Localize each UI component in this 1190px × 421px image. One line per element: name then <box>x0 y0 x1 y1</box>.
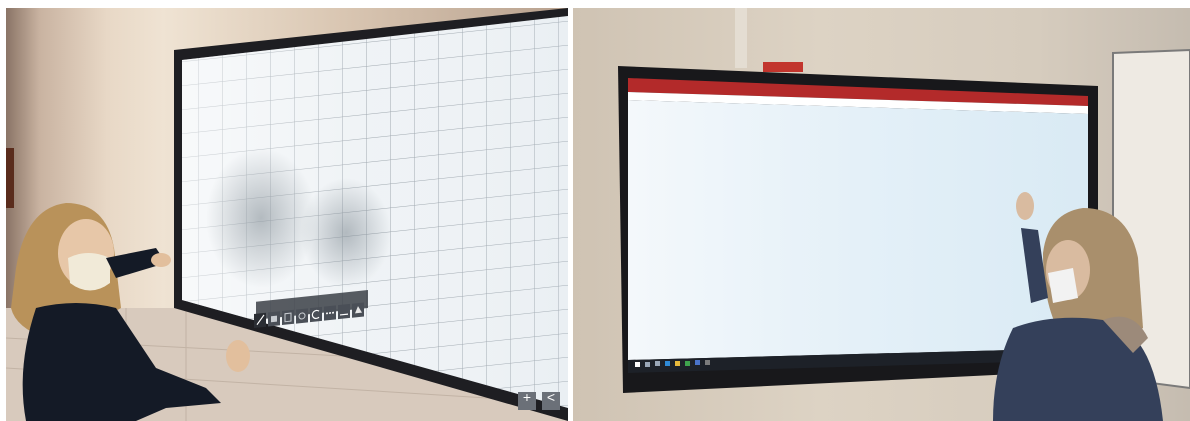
red-device <box>763 62 803 72</box>
person-shadow <box>206 148 316 288</box>
eraser-icon[interactable] <box>268 311 280 327</box>
app-icon[interactable] <box>695 360 700 365</box>
pen-icon[interactable] <box>254 312 266 328</box>
shape-icon[interactable] <box>296 308 308 324</box>
taskview-icon[interactable] <box>655 361 660 366</box>
browser-viewport <box>628 100 1088 360</box>
select-icon[interactable] <box>282 309 294 326</box>
door-frame <box>6 148 14 208</box>
line-icon[interactable] <box>338 303 350 320</box>
raised-hand <box>1016 192 1034 220</box>
left-photo: + < <box>6 8 568 421</box>
left-photo-scene <box>6 8 568 421</box>
face-mask <box>1048 268 1078 303</box>
person-shadow <box>301 178 391 288</box>
plus-icon[interactable]: + <box>518 388 536 406</box>
raised-hand <box>226 340 250 372</box>
wall-conduit <box>735 8 747 68</box>
search-icon[interactable] <box>645 362 650 367</box>
pointing-hand <box>151 253 171 267</box>
right-photo <box>573 8 1190 421</box>
more-icon[interactable] <box>324 305 336 321</box>
face-mask <box>68 253 110 291</box>
toolbar-icons <box>254 296 372 336</box>
chrome-icon[interactable] <box>685 361 690 366</box>
app-icon[interactable] <box>705 360 710 365</box>
start-icon[interactable] <box>635 362 640 367</box>
undo-icon[interactable] <box>310 306 322 323</box>
chevron-left-icon[interactable]: < <box>542 388 560 406</box>
edge-icon[interactable] <box>665 361 670 366</box>
explorer-icon[interactable] <box>675 361 680 366</box>
right-photo-scene <box>618 8 1190 421</box>
clear-icon[interactable] <box>352 302 364 318</box>
